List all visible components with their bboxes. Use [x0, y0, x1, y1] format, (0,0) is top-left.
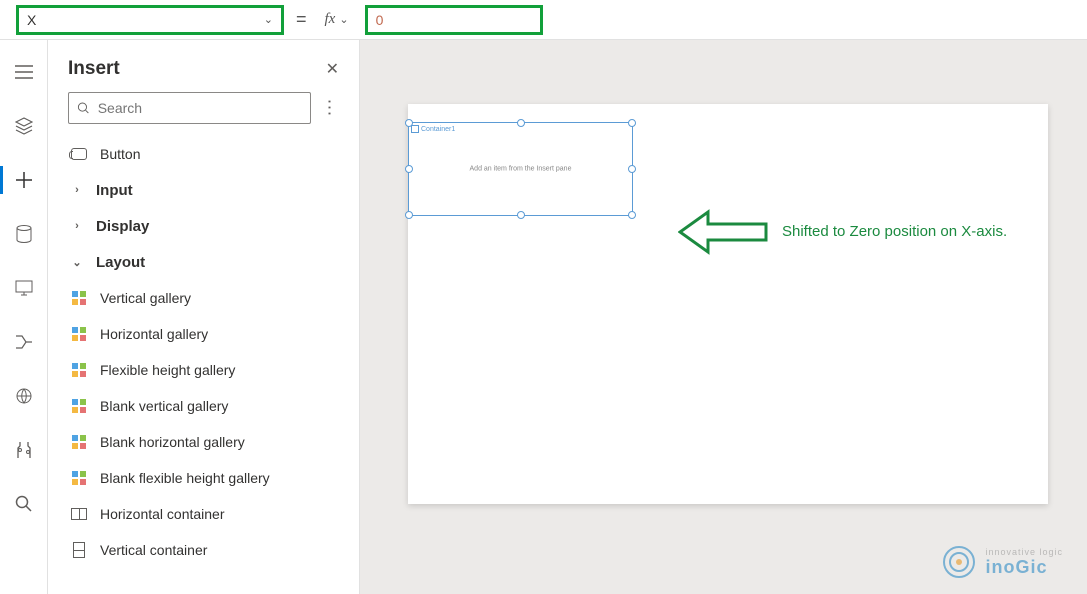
watermark: innovative logic inoGic — [941, 544, 1063, 580]
watermark-tagline: innovative logic — [985, 547, 1063, 557]
tree-group-layout[interactable]: ⌄ Layout — [48, 244, 359, 280]
logo-icon — [941, 544, 977, 580]
arrow-left-icon — [678, 208, 768, 256]
annotation: Shifted to Zero position on X-axis. — [678, 208, 1007, 256]
tree-group-display[interactable]: › Display — [48, 208, 359, 244]
panel-title: Insert — [68, 58, 120, 80]
equals-label: = — [294, 9, 309, 30]
monitor-icon — [15, 280, 33, 296]
search-button[interactable] — [0, 484, 48, 524]
tree-item-label: Horizontal gallery — [100, 326, 208, 342]
resize-handle[interactable] — [517, 119, 525, 127]
insert-tree: Button › Input › Display ⌄ Layout Vertic… — [48, 136, 359, 594]
chevron-down-icon: ⌄ — [264, 13, 273, 26]
left-rail — [0, 40, 48, 594]
search-icon — [15, 495, 33, 513]
canvas-area[interactable]: Container1 Add an item from the Insert p… — [360, 40, 1087, 594]
gallery-icon — [70, 289, 88, 307]
fx-label: fx — [325, 11, 336, 28]
tree-item-blank-flexible-height-gallery[interactable]: Blank flexible height gallery — [48, 460, 359, 496]
resize-handle[interactable] — [517, 211, 525, 219]
database-icon — [16, 225, 32, 243]
tree-view-button[interactable] — [0, 52, 48, 92]
globe-button[interactable] — [0, 376, 48, 416]
app-canvas[interactable]: Container1 Add an item from the Insert p… — [408, 104, 1048, 504]
tree-item-label: Button — [100, 146, 140, 162]
chevron-down-icon: ⌄ — [70, 256, 84, 269]
tree-item-flexible-height-gallery[interactable]: Flexible height gallery — [48, 352, 359, 388]
data-button[interactable] — [0, 214, 48, 254]
formula-input[interactable]: 0 — [365, 5, 543, 35]
layers-icon — [15, 117, 33, 135]
button-icon — [70, 145, 88, 163]
tree-item-vertical-container[interactable]: Vertical container — [48, 532, 359, 568]
gallery-icon — [70, 433, 88, 451]
tree-item-label: Flexible height gallery — [100, 362, 235, 378]
tree-item-label: Vertical gallery — [100, 290, 191, 306]
chevron-right-icon: › — [70, 220, 84, 232]
tree-item-button[interactable]: Button — [48, 136, 359, 172]
tree-item-horizontal-container[interactable]: Horizontal container — [48, 496, 359, 532]
close-panel-button[interactable]: ✕ — [326, 59, 339, 79]
tools-icon — [16, 441, 32, 459]
search-icon — [77, 101, 90, 115]
tree-item-vertical-gallery[interactable]: Vertical gallery — [48, 280, 359, 316]
tree-item-label: Blank flexible height gallery — [100, 470, 270, 486]
tree-group-label: Display — [96, 218, 149, 235]
gallery-icon — [70, 361, 88, 379]
more-options-button[interactable]: ⋯ — [319, 98, 340, 118]
resize-handle[interactable] — [628, 119, 636, 127]
resize-handle[interactable] — [405, 165, 413, 173]
gallery-icon — [70, 469, 88, 487]
insert-panel: Insert ✕ ⋯ Button › Input › Display — [48, 40, 360, 594]
chevron-down-icon: ⌄ — [339, 13, 348, 26]
container-placeholder: Add an item from the Insert pane — [409, 166, 632, 173]
resize-handle[interactable] — [628, 211, 636, 219]
globe-icon — [15, 387, 33, 405]
flow-icon — [15, 333, 33, 351]
tree-group-label: Layout — [96, 254, 145, 271]
tree-item-horizontal-gallery[interactable]: Horizontal gallery — [48, 316, 359, 352]
search-input[interactable] — [68, 92, 311, 124]
insert-button[interactable] — [0, 160, 48, 200]
tree-item-label: Blank vertical gallery — [100, 398, 228, 414]
watermark-brand: inoGic — [985, 557, 1063, 578]
tree-item-label: Vertical container — [100, 542, 207, 558]
gallery-icon — [70, 325, 88, 343]
tools-button[interactable] — [0, 430, 48, 470]
plus-icon — [15, 171, 33, 189]
automation-button[interactable] — [0, 322, 48, 362]
formula-bar: X ⌄ = fx ⌄ 0 — [0, 0, 1087, 40]
layers-button[interactable] — [0, 106, 48, 146]
vertical-container-icon — [70, 541, 88, 559]
tree-item-label: Blank horizontal gallery — [100, 434, 245, 450]
horizontal-container-icon — [70, 505, 88, 523]
tree-group-input[interactable]: › Input — [48, 172, 359, 208]
tree-item-blank-horizontal-gallery[interactable]: Blank horizontal gallery — [48, 424, 359, 460]
property-value: X — [27, 12, 36, 28]
property-dropdown[interactable]: X ⌄ — [16, 5, 284, 35]
hamburger-icon — [15, 65, 33, 79]
resize-handle[interactable] — [405, 211, 413, 219]
formula-value: 0 — [376, 12, 384, 28]
gallery-icon — [70, 397, 88, 415]
container-label: Container1 — [411, 125, 455, 133]
search-field[interactable] — [98, 100, 302, 116]
selected-container[interactable]: Container1 Add an item from the Insert p… — [408, 122, 633, 216]
tree-group-label: Input — [96, 182, 133, 199]
annotation-text: Shifted to Zero position on X-axis. — [782, 222, 1007, 242]
resize-handle[interactable] — [405, 119, 413, 127]
fx-button[interactable]: fx ⌄ — [319, 5, 355, 35]
chevron-right-icon: › — [70, 184, 84, 196]
media-button[interactable] — [0, 268, 48, 308]
tree-item-blank-vertical-gallery[interactable]: Blank vertical gallery — [48, 388, 359, 424]
resize-handle[interactable] — [628, 165, 636, 173]
tree-item-label: Horizontal container — [100, 506, 225, 522]
